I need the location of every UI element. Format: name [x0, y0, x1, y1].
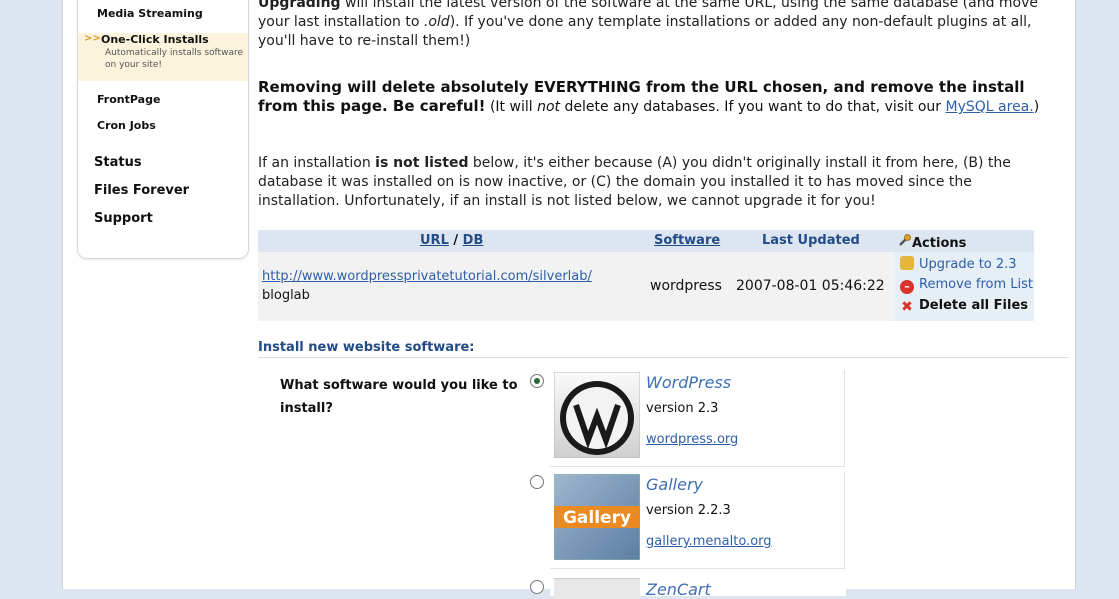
- gallery-logo-icon: Gallery: [554, 474, 640, 560]
- not-emphasis: not: [537, 99, 561, 115]
- header-separator: /: [448, 233, 463, 248]
- old-suffix: .old: [423, 14, 450, 30]
- software-question: What software would you like to install?: [280, 378, 518, 416]
- sidebar-item-status[interactable]: Status: [94, 155, 142, 170]
- actions-header: Actions: [898, 233, 966, 251]
- install-software: wordpress: [650, 278, 722, 294]
- last-updated-header: Last Updated: [762, 233, 860, 248]
- sidebar-item-support[interactable]: Support: [94, 211, 153, 226]
- remove-text-end: ): [1033, 99, 1040, 115]
- sidebar-item-label: Cron Jobs: [97, 119, 156, 132]
- not-listed-bold: is not listed: [375, 155, 469, 171]
- mysql-area-link[interactable]: MySQL area.: [946, 99, 1034, 115]
- software-option-zencart: ZenCart: [550, 576, 846, 599]
- remove-text-b: delete any databases. If you want to do …: [560, 99, 946, 115]
- wordpress-org-link[interactable]: wordpress.org: [646, 432, 738, 447]
- zencart-name: ZenCart: [646, 580, 711, 599]
- sidebar-item-description: Automatically installs software on your …: [105, 48, 243, 70]
- installs-table-header: URL / DB Software Last Updated Actions: [258, 230, 1034, 252]
- software-option-wordpress: WordPress version 2.3 wordpress.org: [550, 370, 846, 467]
- wordpress-name: WordPress: [646, 373, 732, 392]
- sidebar: Media Streaming >> One-Click Installs Au…: [77, 0, 249, 259]
- sidebar-item-files-forever[interactable]: Files Forever: [94, 183, 189, 198]
- gallery-radio[interactable]: [530, 475, 544, 489]
- not-listed-text-a: If an installation: [258, 155, 376, 171]
- url-db-header: URL / DB: [420, 233, 483, 248]
- not-listed-info-text: If an installation is not listed below, …: [258, 154, 1058, 211]
- zencart-radio[interactable]: [530, 580, 544, 594]
- sidebar-item-label: Media Streaming: [97, 7, 203, 20]
- delete-x-icon: ✖: [901, 299, 913, 315]
- gallery-link[interactable]: gallery.menalto.org: [646, 534, 772, 549]
- install-last-updated: 2007-08-01 05:46:22: [736, 278, 885, 294]
- gallery-name: Gallery: [646, 475, 703, 494]
- upgrade-icon: [900, 256, 914, 270]
- sidebar-item-label: FrontPage: [97, 93, 161, 106]
- install-new-title: Install new website software:: [258, 340, 475, 355]
- sort-software-link[interactable]: Software: [654, 233, 720, 248]
- remove-warning-text: Removing will delete absolutely EVERYTHI…: [258, 78, 1058, 117]
- remove-icon: –: [900, 280, 914, 294]
- wordpress-version: version 2.3: [646, 401, 719, 416]
- remove-label: Remove from List: [919, 277, 1033, 292]
- sort-url-link[interactable]: URL: [420, 233, 449, 248]
- software-option-gallery: Gallery Gallery version 2.2.3 gallery.me…: [550, 472, 846, 569]
- delete-all-files-button[interactable]: ✖ Delete all Files: [900, 298, 1034, 318]
- upgrade-button[interactable]: Upgrade to 2.3: [900, 256, 1034, 276]
- upgrade-info-text: Upgrading will install the latest versio…: [258, 0, 1058, 51]
- wordpress-radio[interactable]: [530, 374, 544, 388]
- section-divider: [258, 357, 1068, 358]
- gallery-logo-text: Gallery: [563, 508, 631, 528]
- sidebar-item-media-streaming[interactable]: Media Streaming: [78, 7, 248, 25]
- sidebar-item-cron-jobs[interactable]: Cron Jobs: [78, 119, 248, 137]
- install-db: bloglab: [262, 288, 310, 303]
- remove-from-list-button[interactable]: – Remove from List: [900, 277, 1034, 297]
- actions-header-label: Actions: [912, 236, 967, 251]
- sidebar-item-one-click-installs[interactable]: >> One-Click Installs Automatically inst…: [78, 33, 248, 81]
- page-container: Media Streaming >> One-Click Installs Au…: [62, 0, 1076, 599]
- install-url-link[interactable]: http://www.wordpressprivatetutorial.com/…: [262, 269, 592, 284]
- upgrade-lead: Upgrading: [258, 0, 341, 11]
- sidebar-item-frontpage[interactable]: FrontPage: [78, 93, 248, 111]
- chevron-icon: >>: [84, 33, 101, 44]
- upgrade-label: Upgrade to 2.3: [919, 257, 1017, 272]
- installs-table: URL / DB Software Last Updated Actions h…: [258, 230, 1034, 321]
- wrench-icon: [899, 234, 911, 246]
- wordpress-logo-icon: [554, 372, 640, 458]
- delete-label: Delete all Files: [919, 298, 1028, 313]
- gallery-version: version 2.2.3: [646, 503, 731, 518]
- sidebar-item-label: One-Click Installs: [101, 33, 209, 46]
- sort-db-link[interactable]: DB: [463, 233, 484, 248]
- remove-text-a: (It will: [485, 99, 538, 115]
